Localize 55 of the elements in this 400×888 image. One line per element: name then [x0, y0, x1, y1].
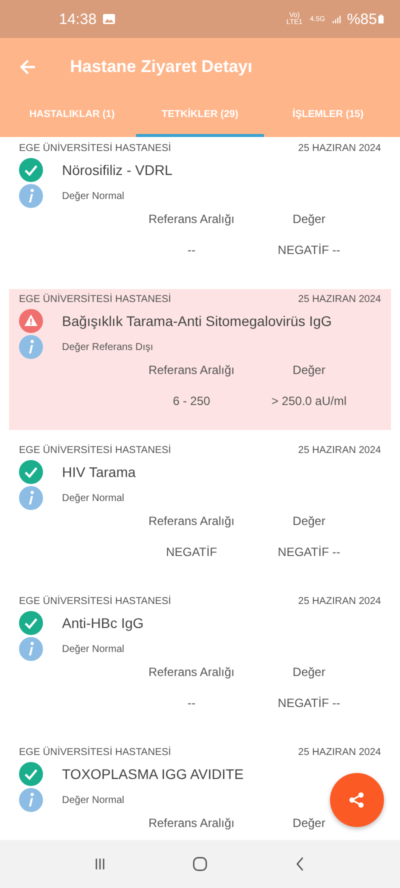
column-header: Değer — [292, 363, 326, 377]
hospital-name: EGE ÜNİVERSİTESİ HASTANESİ — [19, 596, 172, 607]
column-header: Referans Aralığı — [148, 665, 235, 679]
result-note: Değer Normal — [62, 492, 124, 504]
reference-range: 6 - 250 — [172, 394, 210, 408]
reference-range: NEGATİF — [166, 545, 218, 559]
test-date: 25 HAZIRAN 2024 — [298, 143, 381, 154]
test-name: Anti-HBc IgG — [62, 615, 144, 631]
result-note: Değer Referans Dışı — [62, 342, 154, 352]
share-button[interactable] — [330, 773, 384, 827]
column-header: Değer — [292, 514, 326, 528]
back-arrow-icon[interactable] — [18, 56, 38, 76]
hospital-name: EGE ÜNİVERSİTESİ HASTANESİ — [19, 294, 172, 305]
result-note: Değer Normal — [62, 190, 124, 202]
result-value: NEGATİF -- — [278, 545, 340, 559]
info-icon[interactable] — [19, 486, 43, 510]
test-name: HIV Tarama — [62, 464, 136, 480]
hospital-name: EGE ÜNİVERSİTESİ HASTANESİ — [19, 747, 172, 758]
result-value: NEGATİF -- — [278, 243, 340, 257]
info-icon[interactable] — [19, 637, 43, 661]
home-icon[interactable] — [191, 855, 209, 873]
column-header: Referans Aralığı — [148, 816, 235, 830]
info-icon[interactable] — [19, 788, 43, 812]
battery-icon — [378, 14, 384, 24]
reference-range: -- — [188, 696, 196, 710]
column-header: Referans Aralığı — [148, 212, 235, 226]
battery-level: %85 — [346, 10, 377, 28]
column-header: Değer — [292, 665, 326, 679]
test-date: 25 HAZIRAN 2024 — [298, 747, 381, 758]
test-date: 25 HAZIRAN 2024 — [298, 294, 381, 305]
test-date: 25 HAZIRAN 2024 — [298, 445, 381, 456]
result-note: Değer Normal — [62, 794, 124, 806]
test-name: Bağışıklık Tarama-Anti Sitomegalovirüs IgG — [62, 313, 332, 329]
info-icon[interactable] — [19, 184, 43, 208]
column-header: Değer — [292, 816, 326, 830]
tab[interactable]: İŞLEMLER (15) — [264, 95, 392, 137]
reference-range: -- — [188, 243, 196, 257]
result-value: > 250.0 aU/ml — [271, 394, 347, 408]
test-name: Nörosifiliz - VDRL — [62, 162, 172, 178]
result-value: NEGATİF -- — [278, 696, 340, 710]
hospital-name: EGE ÜNİVERSİTESİ HASTANESİ — [19, 143, 172, 154]
test-name: TOXOPLASMA IGG AVIDITE — [62, 766, 244, 782]
test-date: 25 HAZIRAN 2024 — [298, 596, 381, 607]
clock: 14:38 — [59, 10, 97, 28]
result-note: Değer Normal — [62, 644, 124, 654]
column-header: Referans Aralığı — [148, 363, 235, 377]
signal-icon — [332, 14, 341, 24]
column-header: Değer — [292, 212, 326, 226]
column-header: Referans Aralığı — [148, 514, 235, 528]
screen-title: Hastane Ziyaret Detayı — [70, 56, 252, 76]
info-icon[interactable] — [19, 335, 43, 359]
image-icon — [102, 14, 115, 24]
tab[interactable]: HASTALIKLAR (1) — [8, 95, 136, 137]
hospital-name: EGE ÜNİVERSİTESİ HASTANESİ — [19, 445, 172, 456]
tab[interactable]: TETKİKLER (29) — [136, 95, 264, 137]
